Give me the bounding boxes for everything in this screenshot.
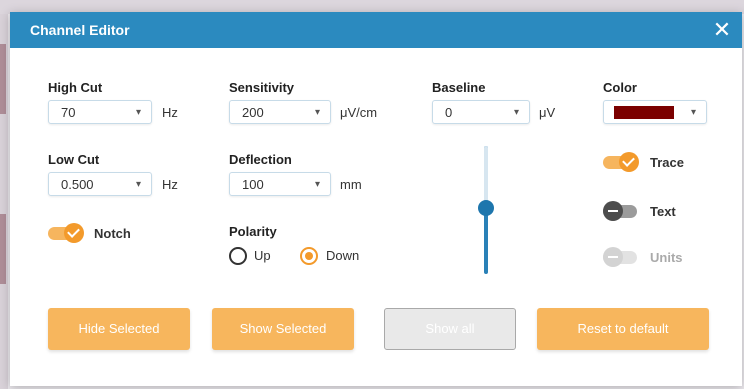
deflection-label: Deflection <box>229 152 292 167</box>
sensitivity-label: Sensitivity <box>229 80 295 95</box>
notch-label: Notch <box>94 226 131 241</box>
channel-editor-dialog: Channel Editor ✕ High Cut 70 ▾ Hz Low Cu… <box>10 12 742 386</box>
chevron-down-icon: ▾ <box>513 107 519 118</box>
deflection-value: 100 <box>242 177 264 192</box>
notch-toggle[interactable] <box>48 223 86 243</box>
sensitivity-select[interactable]: 200 ▾ <box>229 100 331 124</box>
check-icon <box>64 223 84 243</box>
polarity-up-radio[interactable] <box>229 247 247 265</box>
polarity-down-radio[interactable] <box>300 247 318 265</box>
text-toggle[interactable] <box>603 201 641 221</box>
high-cut-label: High Cut <box>48 80 103 95</box>
chevron-down-icon: ▾ <box>135 107 141 118</box>
hide-selected-button[interactable]: Hide Selected <box>48 308 190 350</box>
baseline-value: 0 <box>445 105 453 120</box>
chevron-down-icon: ▾ <box>314 107 320 118</box>
baseline-select[interactable]: 0 ▾ <box>432 100 530 124</box>
polarity-label: Polarity <box>229 224 277 239</box>
chevron-down-icon: ▾ <box>690 107 696 118</box>
baseline-label: Baseline <box>432 80 486 95</box>
show-selected-button[interactable]: Show Selected <box>212 308 354 350</box>
dialog-title: Channel Editor <box>30 22 130 38</box>
minus-icon <box>603 247 623 267</box>
sensitivity-unit: μV/cm <box>340 105 378 120</box>
color-swatch <box>614 106 674 119</box>
baseline-unit: μV <box>539 105 556 120</box>
minus-icon <box>603 201 623 221</box>
check-icon <box>619 152 639 172</box>
color-label: Color <box>603 80 637 95</box>
show-all-button[interactable]: Show all <box>384 308 516 350</box>
low-cut-select[interactable]: 0.500 ▾ <box>48 172 152 196</box>
chevron-down-icon: ▾ <box>314 179 320 190</box>
units-label: Units <box>650 250 683 265</box>
units-toggle[interactable] <box>603 247 641 267</box>
reset-default-button[interactable]: Reset to default <box>537 308 709 350</box>
chevron-down-icon: ▾ <box>135 179 141 190</box>
deflection-unit: mm <box>340 177 362 192</box>
dialog-title-bar: Channel Editor ✕ <box>10 12 742 48</box>
sensitivity-value: 200 <box>242 105 264 120</box>
deflection-select[interactable]: 100 ▾ <box>229 172 331 196</box>
low-cut-value: 0.500 <box>61 177 94 192</box>
trace-label: Trace <box>650 155 684 170</box>
low-cut-label: Low Cut <box>48 152 100 167</box>
color-select[interactable]: ▾ <box>603 100 707 124</box>
polarity-down-label: Down <box>326 248 360 263</box>
baseline-slider-handle[interactable] <box>478 200 494 216</box>
close-icon[interactable]: ✕ <box>710 17 734 43</box>
high-cut-unit: Hz <box>162 105 178 120</box>
low-cut-unit: Hz <box>162 177 178 192</box>
high-cut-select[interactable]: 70 ▾ <box>48 100 152 124</box>
polarity-up-label: Up <box>254 248 271 263</box>
high-cut-value: 70 <box>61 105 76 120</box>
background-window-edge <box>0 14 8 389</box>
trace-toggle[interactable] <box>603 152 641 172</box>
text-label: Text <box>650 204 676 219</box>
